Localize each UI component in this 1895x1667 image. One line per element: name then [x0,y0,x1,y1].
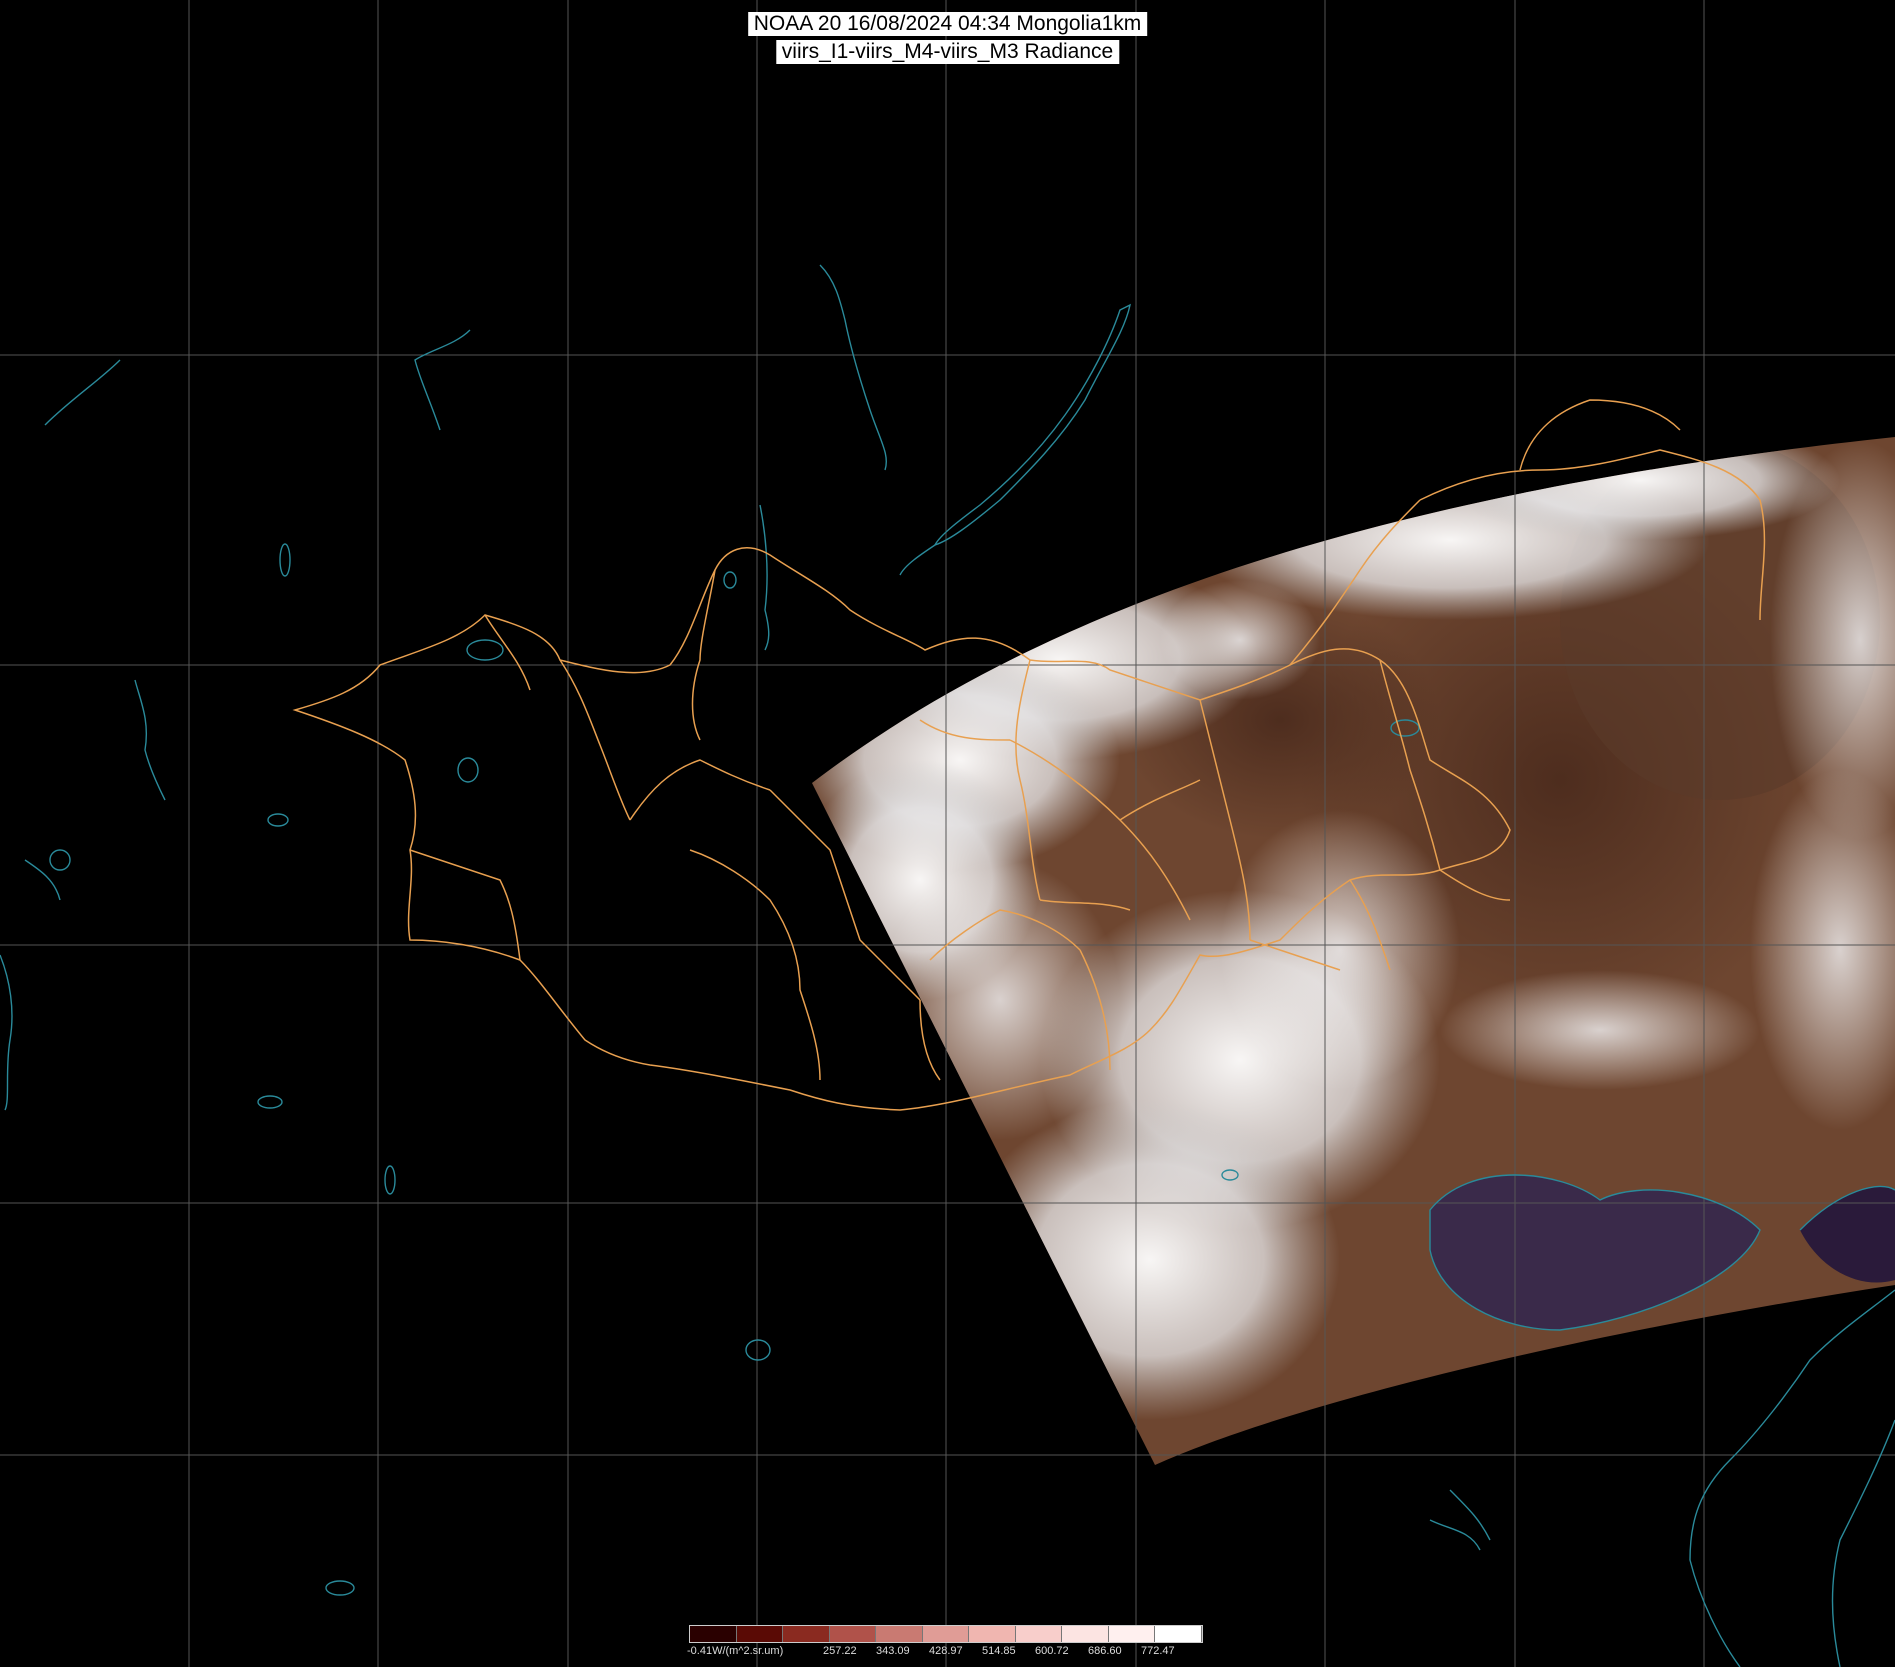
colorbar-unit-label: -0.41W/(m^2.sr.um) [687,1645,784,1657]
satellite-swath [812,437,1895,1465]
colorbar-tick: 514.85 [982,1645,1016,1657]
colorbar-segment [783,1626,830,1642]
map-title-line1: NOAA 20 16/08/2024 04:34 Mongolia1km [747,12,1148,36]
map-title-line2: viirs_I1-viirs_M4-viirs_M3 Radiance [775,40,1120,64]
colorbar-segment [876,1626,923,1642]
colorbar-tick: 343.09 [876,1645,910,1657]
colorbar-tick: 428.97 [929,1645,963,1657]
colorbar-segment [969,1626,1016,1642]
colorbar-segment [1108,1626,1156,1642]
satellite-map [0,0,1895,1667]
colorbar-strip [689,1625,1203,1643]
colorbar-tick: 686.60 [1088,1645,1122,1657]
colorbar-segment [1015,1626,1063,1642]
colorbar-segment [829,1626,877,1642]
colorbar-segment [1155,1626,1203,1642]
colorbar-segment [1062,1626,1109,1642]
colorbar-tick: 600.72 [1035,1645,1069,1657]
colorbar-tick: 772.47 [1141,1645,1175,1657]
colorbar-legend: -0.41W/(m^2.sr.um) 257.22 343.09 428.97 … [687,1625,1203,1665]
colorbar-tick: 257.22 [823,1645,857,1657]
colorbar-labels: -0.41W/(m^2.sr.um) 257.22 343.09 428.97 … [687,1645,1249,1661]
colorbar-segment [736,1626,784,1642]
colorbar-segment [690,1626,737,1642]
colorbar-segment [922,1626,970,1642]
